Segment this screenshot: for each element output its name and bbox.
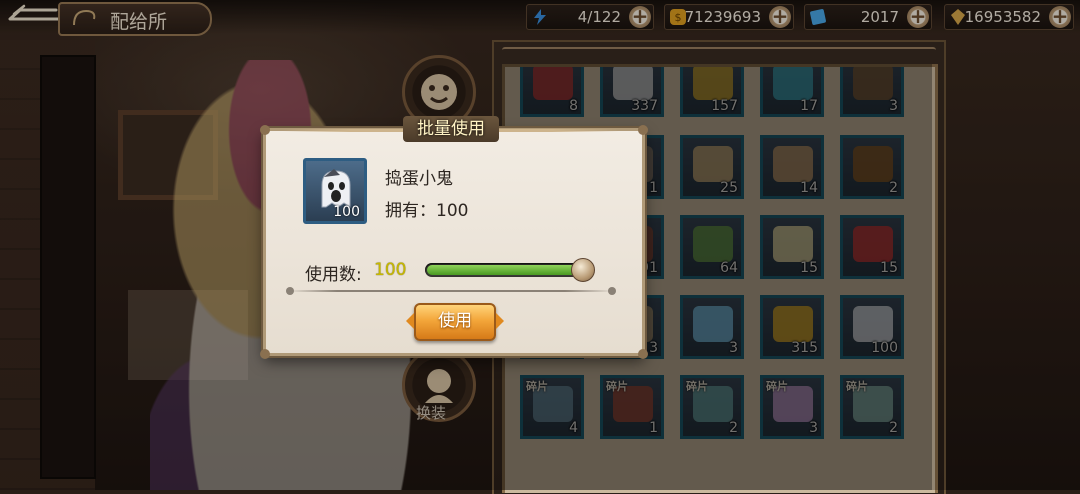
- dialog-corner: [260, 349, 270, 359]
- dialog-corner: [638, 349, 648, 359]
- dialog-title: 批量使用: [403, 116, 499, 142]
- owned-value: 100: [436, 201, 469, 221]
- item-name: 捣蛋小鬼: [385, 169, 453, 189]
- owned-row: 拥有：100: [385, 196, 468, 221]
- slider-fill: [427, 265, 579, 275]
- dialog-corner: [638, 125, 648, 135]
- use-count-label: 使用数:: [305, 265, 362, 285]
- dialog-divider: [286, 287, 616, 295]
- ghost-icon: [321, 169, 351, 208]
- use-button[interactable]: 使用: [406, 303, 504, 341]
- owned-label: 拥有：: [385, 201, 436, 221]
- item-count-badge: 100: [333, 204, 360, 220]
- slider-handle[interactable]: [571, 258, 595, 282]
- item-icon-slot: 100: [303, 158, 367, 224]
- quantity-slider[interactable]: [425, 258, 595, 282]
- use-count-value: 100: [374, 260, 407, 280]
